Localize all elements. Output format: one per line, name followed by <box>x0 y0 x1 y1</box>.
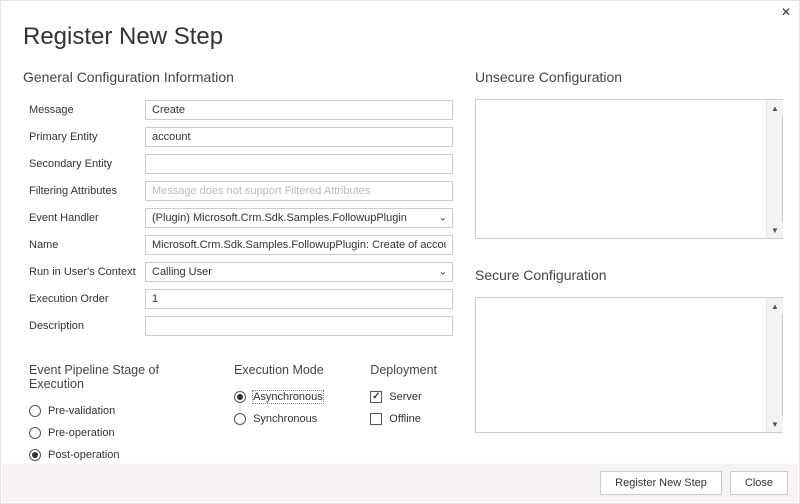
filtering-attributes-input[interactable] <box>145 181 453 201</box>
scrollbar[interactable]: ▲ ▼ <box>766 100 782 238</box>
pre-operation-radio[interactable]: Pre-operation <box>29 427 206 439</box>
run-context-select[interactable] <box>145 262 453 282</box>
execution-order-input[interactable] <box>145 289 453 309</box>
run-context-label: Run in User's Context <box>23 266 145 278</box>
pre-validation-radio[interactable]: Pre-validation <box>29 405 206 417</box>
secure-config-textarea[interactable]: ▲ ▼ <box>475 297 783 433</box>
pipeline-header: Event Pipeline Stage of Execution <box>29 363 206 391</box>
content-area: General Configuration Information Messag… <box>1 51 799 471</box>
name-label: Name <box>23 239 145 251</box>
exec-mode-group: Execution Mode Asynchronous Synchronous <box>234 363 342 471</box>
checkbox-icon <box>370 413 382 425</box>
footer-bar: Register New Step Close <box>2 464 798 502</box>
radio-icon <box>29 405 41 417</box>
right-column: Unsecure Configuration ▲ ▼ Secure Config… <box>475 61 783 471</box>
deployment-group: Deployment Server Offline <box>370 363 437 471</box>
synchronous-radio[interactable]: Synchronous <box>234 413 342 425</box>
register-step-window: ✕ Register New Step General Configuratio… <box>0 0 800 504</box>
secondary-entity-label: Secondary Entity <box>23 158 145 170</box>
primary-entity-input[interactable] <box>145 127 453 147</box>
event-handler-select[interactable] <box>145 208 453 228</box>
message-label: Message <box>23 104 145 116</box>
scroll-down-icon[interactable]: ▼ <box>767 222 783 238</box>
server-checkbox[interactable]: Server <box>370 391 437 403</box>
checkbox-icon <box>370 391 382 403</box>
secure-header: Secure Configuration <box>475 267 783 283</box>
pipeline-group: Event Pipeline Stage of Execution Pre-va… <box>29 363 206 471</box>
radio-icon <box>234 391 246 403</box>
server-label: Server <box>389 391 421 403</box>
general-header: General Configuration Information <box>23 69 465 85</box>
offline-checkbox[interactable]: Offline <box>370 413 437 425</box>
close-icon[interactable]: ✕ <box>781 5 791 19</box>
radio-icon <box>234 413 246 425</box>
pre-operation-label: Pre-operation <box>48 427 115 439</box>
description-label: Description <box>23 320 145 332</box>
asynchronous-label: Asynchronous <box>253 391 323 403</box>
asynchronous-radio[interactable]: Asynchronous <box>234 391 342 403</box>
execution-order-label: Execution Order <box>23 293 145 305</box>
left-column: General Configuration Information Messag… <box>23 61 465 471</box>
scroll-down-icon[interactable]: ▼ <box>767 416 783 432</box>
radio-icon <box>29 449 41 461</box>
deployment-header: Deployment <box>370 363 437 377</box>
unsecure-header: Unsecure Configuration <box>475 69 783 85</box>
post-operation-label: Post-operation <box>48 449 120 461</box>
page-title: Register New Step <box>1 1 799 51</box>
filtering-attributes-label: Filtering Attributes <box>23 185 145 197</box>
scroll-up-icon[interactable]: ▲ <box>767 298 783 314</box>
bottom-options: Event Pipeline Stage of Execution Pre-va… <box>23 363 465 471</box>
post-operation-radio[interactable]: Post-operation <box>29 449 206 461</box>
message-input[interactable] <box>145 100 453 120</box>
pre-validation-label: Pre-validation <box>48 405 115 417</box>
register-new-step-button[interactable]: Register New Step <box>600 471 722 495</box>
primary-entity-label: Primary Entity <box>23 131 145 143</box>
secondary-entity-input[interactable] <box>145 154 453 174</box>
close-button[interactable]: Close <box>730 471 788 495</box>
description-input[interactable] <box>145 316 453 336</box>
name-input[interactable] <box>145 235 453 255</box>
unsecure-config-textarea[interactable]: ▲ ▼ <box>475 99 783 239</box>
scroll-up-icon[interactable]: ▲ <box>767 100 783 116</box>
scrollbar[interactable]: ▲ ▼ <box>766 298 782 432</box>
radio-icon <box>29 427 41 439</box>
exec-mode-header: Execution Mode <box>234 363 342 377</box>
event-handler-label: Event Handler <box>23 212 145 224</box>
offline-label: Offline <box>389 413 421 425</box>
synchronous-label: Synchronous <box>253 413 317 425</box>
